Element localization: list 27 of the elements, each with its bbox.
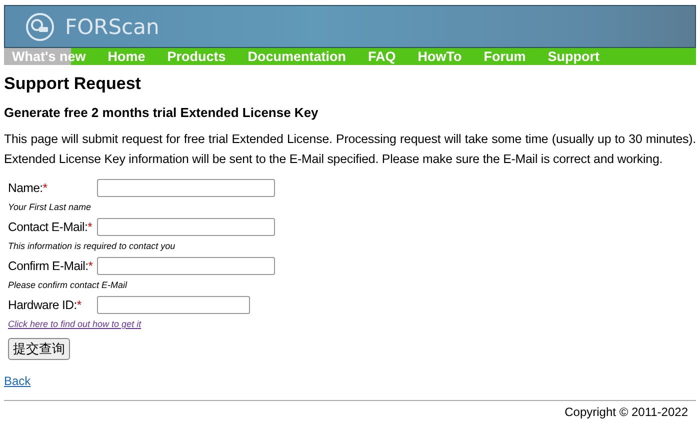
nav-link[interactable]: Products [159,48,226,65]
field-label: Hardware ID:* [8,298,82,312]
field-label: Contact E-Mail:* [8,220,94,234]
copyright-text: Copyright © 2011-2022 [564,405,688,419]
field-label: Confirm E-Mail:* [8,259,94,273]
nav-link[interactable]: Support [540,48,600,65]
page-subtitle: Generate free 2 months trial Extended License Key [4,105,320,120]
intro-paragraph: This page will submit request for free trial Extended License. Processing request will take some time (usually up to 30 minutes). Extended License Key information will be sent to the E-Mail specified. Please make sure the E-Mail is correct and working. [4,131,696,168]
nav-link[interactable]: HowTo [410,48,462,65]
field-hint: Please confirm contact E-Mail [8,280,128,290]
field-label: Name:* [8,181,48,195]
back-link[interactable]: Back [4,374,31,388]
input-field[interactable] [97,218,275,236]
page-title: Support Request [4,74,142,94]
nav-link[interactable]: Home [100,48,146,65]
nav-link[interactable]: FAQ [360,48,396,65]
nav-link[interactable]: Forum [476,48,526,65]
submit-button[interactable]: 提交查询 [8,338,70,360]
input-field[interactable] [97,179,275,197]
input-field[interactable] [97,257,275,275]
help-link[interactable]: Click here to find out how to get it [8,319,142,329]
logo-icon [25,12,55,42]
nav-link[interactable]: Documentation [240,48,346,65]
field-hint: This information is required to contact you [8,241,176,251]
site-title: FORScan [65,14,160,38]
input-field[interactable] [97,296,250,314]
field-hint: Your First Last name [8,202,92,212]
